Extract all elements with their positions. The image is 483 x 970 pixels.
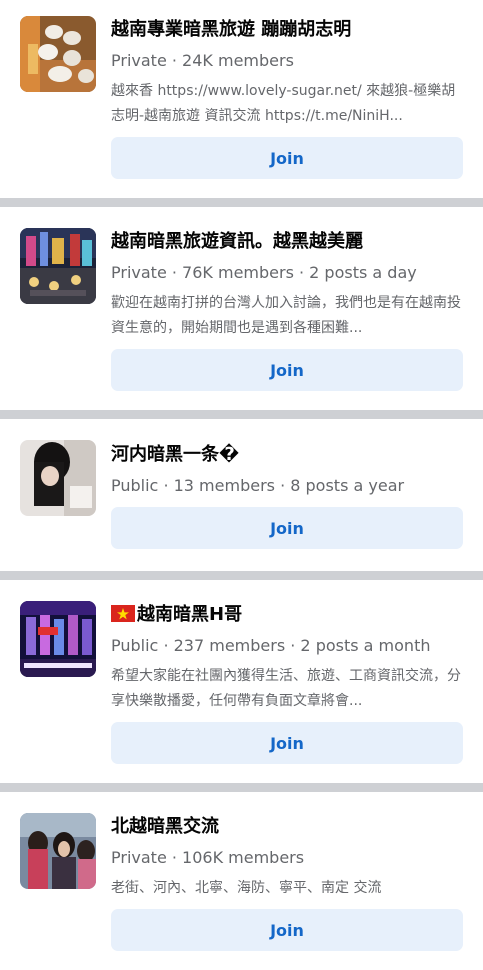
person-photo xyxy=(20,440,96,516)
group-name[interactable]: 越南專業暗黑旅遊 蹦蹦胡志明 xyxy=(111,17,463,43)
people-photo xyxy=(20,813,96,889)
group-meta: Public · 13 members · 8 posts a year xyxy=(111,476,405,495)
group-meta: Private · 76K members · 2 posts a day xyxy=(111,263,417,282)
stage-poster-photo xyxy=(20,601,96,677)
food-table-photo xyxy=(20,16,96,92)
group-meta: Private · 24K members xyxy=(111,51,294,70)
group-card: 河内暗黑一条� Public · 13 members · 8 posts a … xyxy=(0,419,483,571)
group-divider xyxy=(0,198,483,207)
group-cover-image[interactable] xyxy=(20,16,96,92)
join-button[interactable]: Join xyxy=(111,909,463,951)
join-button[interactable]: Join xyxy=(111,349,463,391)
group-cover-image[interactable] xyxy=(20,440,96,516)
group-card: 越南專業暗黑旅遊 蹦蹦胡志明 Private · 24K members 越來香… xyxy=(0,0,483,198)
join-button[interactable]: Join xyxy=(111,722,463,764)
group-cover-image[interactable] xyxy=(20,813,96,889)
group-divider xyxy=(0,571,483,580)
group-list: 越南專業暗黑旅遊 蹦蹦胡志明 Private · 24K members 越來香… xyxy=(0,0,483,970)
group-meta: Private · 106K members xyxy=(111,848,305,867)
group-name[interactable]: 越南暗黑H哥 xyxy=(111,602,463,628)
vietnam-flag-icon xyxy=(111,605,135,622)
group-cover-image[interactable] xyxy=(20,228,96,304)
group-description: 希望大家能在社團內獲得生活、旅遊、工商資訊交流，分享快樂散播愛，任何帶有負面文章… xyxy=(111,668,461,709)
group-name[interactable]: 越南暗黑旅遊資訊。越黑越美麗 xyxy=(111,229,463,255)
group-divider xyxy=(0,783,483,792)
night-street-photo xyxy=(20,228,96,304)
group-card: 北越暗黑交流 Private · 106K members 老街、河內、北寧、海… xyxy=(0,792,483,970)
group-description: 歡迎在越南打拼的台灣人加入討論，我們也是有在越南投資生意的，開始期間也是遇到各種… xyxy=(111,295,461,336)
group-cover-image[interactable] xyxy=(20,601,96,677)
group-name[interactable]: 北越暗黑交流 xyxy=(111,814,463,840)
group-name[interactable]: 河内暗黑一条� xyxy=(111,442,463,468)
group-card: 越南暗黑旅遊資訊。越黑越美麗 Private · 76K members · 2… xyxy=(0,207,483,410)
group-divider xyxy=(0,410,483,419)
group-description: 老街、河內、北寧、海防、寧平、南定 交流 xyxy=(111,880,382,896)
join-button[interactable]: Join xyxy=(111,137,463,179)
group-card: 越南暗黑H哥 Public · 237 members · 2 posts a … xyxy=(0,580,483,783)
group-meta: Public · 237 members · 2 posts a month xyxy=(111,636,431,655)
group-description: 越來香 https://www.lovely-sugar.net/ 來越狼-極樂… xyxy=(111,83,456,124)
join-button[interactable]: Join xyxy=(111,507,463,549)
group-name-text: 越南暗黑H哥 xyxy=(137,604,243,625)
